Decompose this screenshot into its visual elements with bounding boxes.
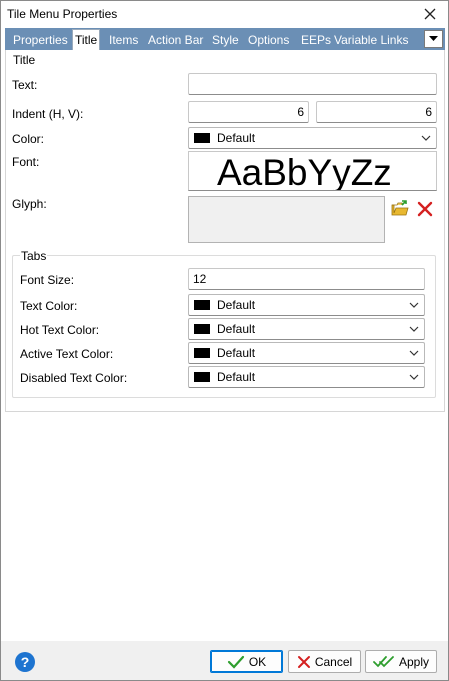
apply-label: Apply bbox=[398, 654, 430, 669]
dialog-window: Tile Menu Properties Properties Title It… bbox=[0, 0, 449, 681]
color-swatch bbox=[194, 300, 210, 310]
color-swatch bbox=[194, 133, 210, 143]
tab-action-bar[interactable]: Action Bar bbox=[146, 31, 205, 50]
checkmark-icon bbox=[227, 655, 244, 669]
title-group-label: Title bbox=[12, 53, 37, 67]
cancel-button[interactable]: Cancel bbox=[288, 650, 361, 673]
delete-x-icon bbox=[417, 201, 433, 217]
chevron-down-icon bbox=[421, 135, 431, 141]
window-title: Tile Menu Properties bbox=[7, 7, 118, 21]
apply-button[interactable]: Apply bbox=[365, 650, 437, 673]
tab-bar: Properties Title Items Action Bar Style … bbox=[5, 28, 445, 50]
open-glyph-button[interactable] bbox=[390, 199, 410, 219]
color-swatch bbox=[194, 372, 210, 382]
hot-text-color-label: Hot Text Color: bbox=[20, 323, 100, 337]
font-preview[interactable]: AaBbYyZz bbox=[188, 151, 437, 191]
active-text-color-dropdown[interactable]: Default bbox=[188, 342, 425, 364]
cancel-x-icon bbox=[297, 655, 310, 668]
indent-h-input[interactable]: 6 bbox=[188, 101, 309, 123]
chevron-down-icon bbox=[409, 326, 419, 332]
tab-eeps[interactable]: EEPs bbox=[299, 31, 333, 50]
text-input[interactable] bbox=[188, 73, 437, 95]
title-tab-panel: Title Text: Indent (H, V): 6 6 Color: De… bbox=[5, 50, 445, 412]
help-button[interactable]: ? bbox=[15, 652, 35, 672]
active-text-color-value: Default bbox=[217, 346, 256, 360]
tab-items[interactable]: Items bbox=[107, 31, 140, 50]
disabled-text-color-label: Disabled Text Color: bbox=[20, 371, 128, 385]
text-color-label: Text Color: bbox=[20, 299, 78, 313]
text-color-value: Default bbox=[217, 298, 256, 312]
double-checkmark-icon bbox=[373, 655, 394, 667]
close-button[interactable] bbox=[412, 1, 448, 27]
tabs-group-label: Tabs bbox=[20, 249, 48, 263]
text-label: Text: bbox=[12, 78, 38, 92]
tab-style[interactable]: Style bbox=[210, 31, 241, 50]
color-swatch bbox=[194, 348, 210, 358]
hot-text-color-value: Default bbox=[217, 322, 256, 336]
tab-properties[interactable]: Properties bbox=[11, 31, 70, 50]
font-preview-text: AaBbYyZz bbox=[217, 152, 392, 191]
close-icon bbox=[424, 8, 436, 20]
chevron-down-icon bbox=[409, 302, 419, 308]
tab-title[interactable]: Title bbox=[72, 29, 101, 50]
font-label: Font: bbox=[12, 155, 40, 169]
disabled-text-color-value: Default bbox=[217, 370, 256, 384]
ok-button[interactable]: OK bbox=[210, 650, 283, 673]
color-dropdown[interactable]: Default bbox=[188, 127, 437, 149]
color-swatch bbox=[194, 324, 210, 334]
color-label: Color: bbox=[12, 132, 45, 146]
font-size-label: Font Size: bbox=[20, 273, 75, 287]
glyph-preview[interactable] bbox=[188, 196, 385, 243]
clear-glyph-button[interactable] bbox=[415, 199, 435, 219]
indent-v-input[interactable]: 6 bbox=[316, 101, 437, 123]
tab-overflow-button[interactable] bbox=[424, 30, 443, 48]
font-size-input[interactable]: 12 bbox=[188, 268, 425, 290]
triangle-down-icon bbox=[429, 36, 438, 41]
title-bar: Tile Menu Properties bbox=[1, 1, 448, 27]
text-color-dropdown[interactable]: Default bbox=[188, 294, 425, 316]
tab-options[interactable]: Options bbox=[246, 31, 291, 50]
help-icon: ? bbox=[20, 654, 30, 670]
tab-variable-links[interactable]: Variable Links bbox=[332, 31, 410, 50]
disabled-text-color-dropdown[interactable]: Default bbox=[188, 366, 425, 388]
color-value: Default bbox=[217, 131, 256, 145]
chevron-down-icon bbox=[409, 350, 419, 356]
ok-label: OK bbox=[248, 654, 267, 669]
glyph-label: Glyph: bbox=[12, 197, 47, 211]
chevron-down-icon bbox=[409, 374, 419, 380]
open-folder-icon bbox=[391, 200, 409, 216]
indent-label: Indent (H, V): bbox=[12, 107, 84, 121]
cancel-label: Cancel bbox=[314, 654, 353, 669]
hot-text-color-dropdown[interactable]: Default bbox=[188, 318, 425, 340]
dialog-footer: ? OK Cancel Apply bbox=[1, 641, 448, 680]
active-text-color-label: Active Text Color: bbox=[20, 347, 114, 361]
